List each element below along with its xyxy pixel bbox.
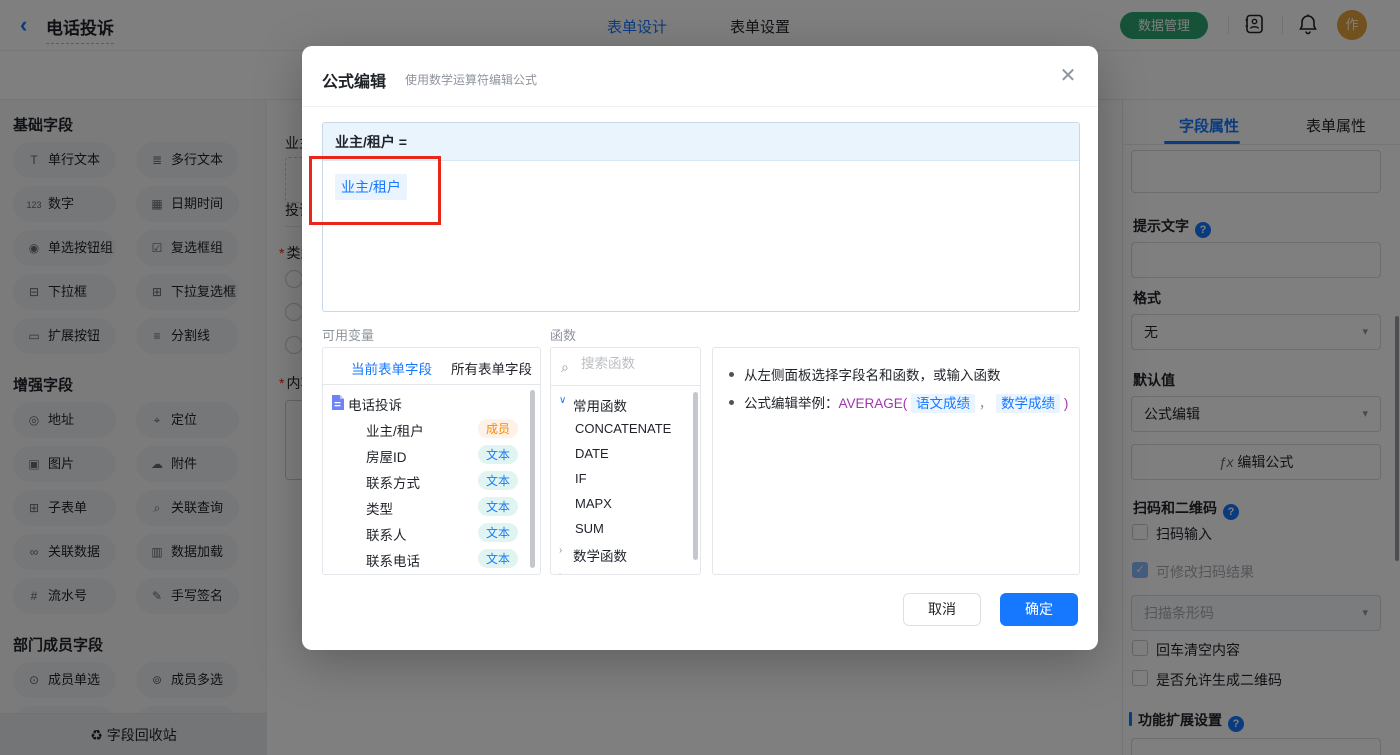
bullet-icon [729, 400, 734, 405]
variable-row[interactable]: 类型 文本 [323, 494, 540, 520]
hint-line-2: 公式编辑举例：AVERAGE( 语文成绩 ， 数学成绩 ) [729, 392, 1068, 413]
formula-edit-modal: 公式编辑 使用数学运算符编辑公式 ✕ 业主/租户 = 业主/租户 可用变量 当前… [302, 46, 1098, 650]
modal-header-divider [302, 106, 1098, 107]
field-type-badge: 文本 [477, 549, 518, 568]
function-group-text[interactable]: ›文本函数 [551, 567, 700, 574]
chevron-down-icon: ∨ [559, 395, 567, 406]
function-search: ⌕ [551, 348, 700, 386]
modal-title: 公式编辑 [322, 74, 387, 91]
function-item[interactable]: DATE [551, 442, 700, 467]
functions-panel: ⌕ ∨常用函数 CONCATENATE DATE IF MAPX SUM ›数学… [550, 347, 701, 575]
function-item[interactable]: MAPX [551, 492, 700, 517]
example-field-chip: 语文成绩 [911, 394, 976, 413]
function-group-common[interactable]: ∨ 常用函数 [551, 392, 700, 417]
functions-scrollbar[interactable] [693, 392, 698, 560]
functions-label: 函数 [550, 328, 577, 343]
hint-panel: 从左侧面板选择字段名和函数，或输入函数 公式编辑举例：AVERAGE( 语文成绩… [712, 347, 1080, 575]
variable-row[interactable]: 联系方式 文本 [323, 468, 540, 494]
variables-root-node[interactable]: 电话投诉 [323, 390, 540, 416]
field-type-badge: 文本 [477, 445, 518, 464]
chevron-right-icon: › [559, 570, 562, 574]
field-type-badge: 文本 [477, 471, 518, 490]
function-item[interactable]: IF [551, 467, 700, 492]
variable-row[interactable]: 联系电话 文本 [323, 546, 540, 572]
field-type-badge: 文本 [477, 523, 518, 542]
variable-row[interactable]: 联系人 文本 [323, 520, 540, 546]
variable-row[interactable]: 业主/租户 成员 [323, 416, 540, 442]
field-type-badge: 文本 [477, 497, 518, 516]
variables-tabs-divider [323, 384, 540, 385]
bullet-icon [729, 372, 734, 377]
cancel-button[interactable]: 取消 [903, 593, 981, 626]
variables-scrollbar[interactable] [530, 390, 535, 568]
annotation-red-rectangle [309, 156, 441, 225]
function-item[interactable]: CONCATENATE [551, 417, 700, 442]
function-search-input[interactable] [581, 356, 691, 371]
form-doc-icon [332, 395, 344, 410]
variables-label: 可用变量 [322, 328, 375, 343]
tab-current-form-fields[interactable]: 当前表单字段 [351, 358, 432, 378]
modal-subtitle: 使用数学运算符编辑公式 [405, 73, 538, 87]
chevron-right-icon: › [559, 545, 563, 556]
tab-all-form-fields[interactable]: 所有表单字段 [451, 358, 532, 378]
field-type-badge: 成员 [477, 419, 518, 438]
app-window: ‹ 电话投诉 表单设计 表单设置 数据管理 作 ∞表单外链 ⟨⟩后端脚本 ▦数据… [0, 0, 1400, 755]
confirm-button[interactable]: 确定 [1000, 593, 1078, 626]
function-group-math[interactable]: › 数学函数 [551, 542, 700, 567]
variable-row[interactable]: 房屋ID 文本 [323, 442, 540, 468]
close-icon[interactable]: ✕ [1056, 64, 1080, 88]
hint-line-1: 从左侧面板选择字段名和函数，或输入函数 [729, 364, 1001, 384]
function-item[interactable]: SUM [551, 517, 700, 542]
variables-panel: 当前表单字段 所有表单字段 电话投诉 业主/租户 成员 房屋ID 文本 联系方式 文本… [322, 347, 541, 575]
search-icon: ⌕ [561, 359, 569, 375]
example-field-chip: 数学成绩 [996, 394, 1061, 413]
